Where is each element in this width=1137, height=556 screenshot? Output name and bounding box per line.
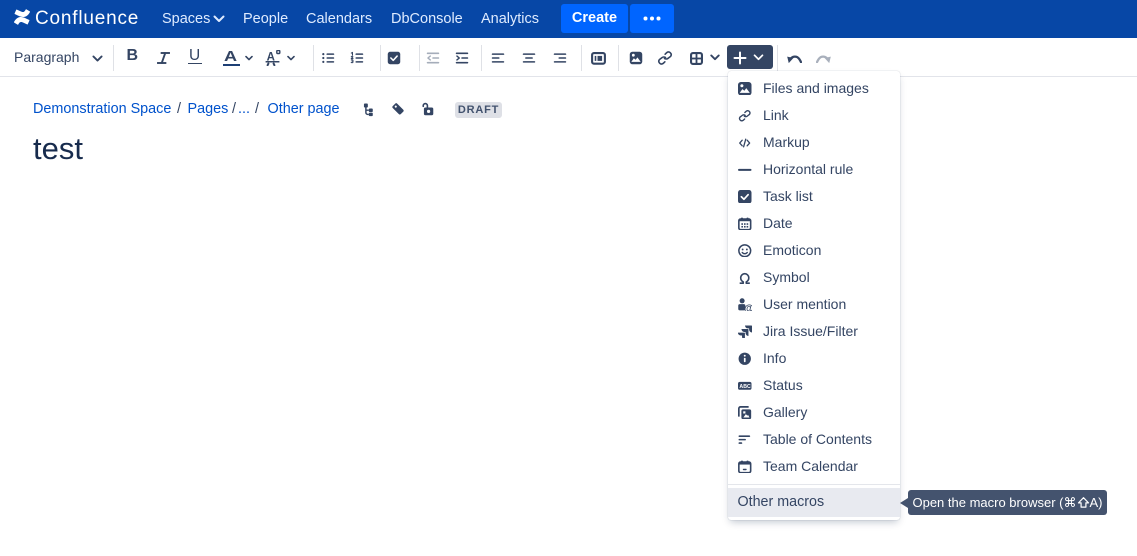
svg-text:ABC: ABC [739, 384, 751, 390]
svg-text:@: @ [744, 303, 751, 311]
